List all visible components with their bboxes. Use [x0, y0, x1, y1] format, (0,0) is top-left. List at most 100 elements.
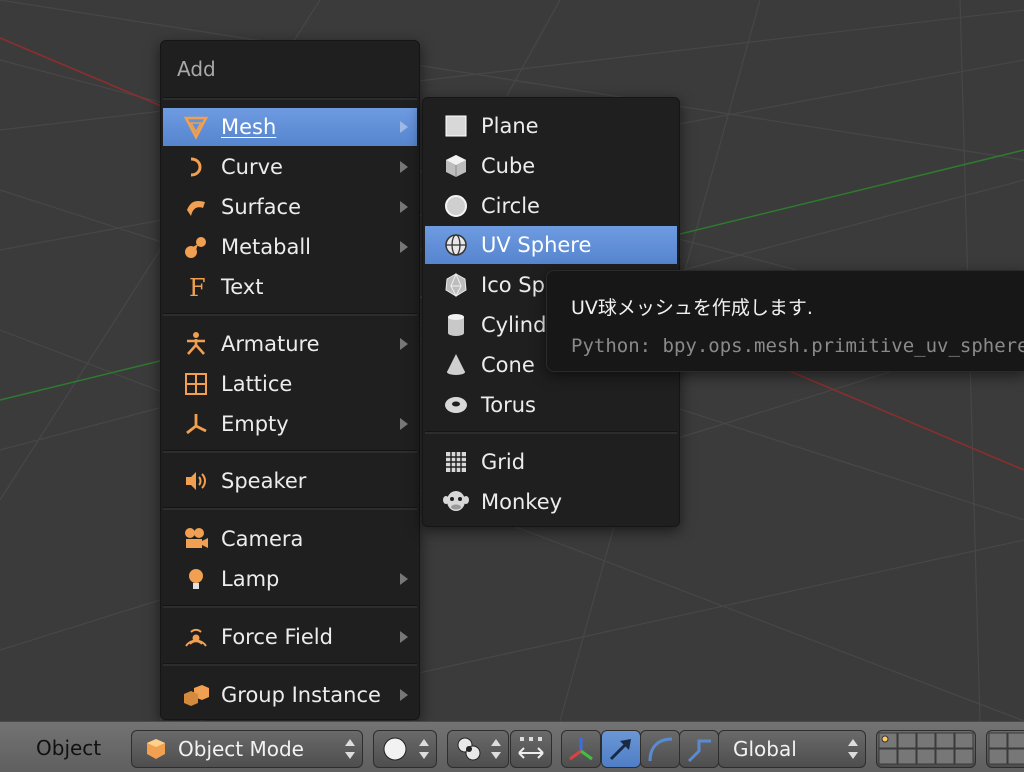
separator: [163, 663, 417, 666]
mesh-item-grid[interactable]: Grid: [425, 443, 677, 481]
metaball-icon: [179, 232, 213, 262]
add-menu-item-label: Surface: [221, 195, 302, 219]
add-menu-item-mesh[interactable]: Mesh: [163, 108, 417, 146]
scale-handle-icon: [685, 735, 713, 763]
submenu-arrow-icon: [395, 572, 413, 586]
plane-icon: [439, 111, 473, 141]
mesh-item-label: Circle: [481, 194, 540, 218]
add-menu-item-label: Text: [221, 275, 264, 299]
add-menu: Add Mesh Curve Surface Metaball F Text A…: [160, 40, 420, 720]
add-menu-item-label: Lattice: [221, 372, 293, 396]
add-menu-item-label: Armature: [221, 332, 320, 356]
layer-buttons-2[interactable]: [986, 730, 1024, 768]
lamp-icon: [179, 564, 213, 594]
submenu-arrow-icon: [395, 337, 413, 351]
add-menu-item-group-instance[interactable]: Group Instance: [163, 676, 417, 714]
manipulate-center-points-button[interactable]: [510, 730, 552, 768]
ico-sphere-icon: [439, 270, 473, 300]
mesh-item-label: Cube: [481, 154, 536, 178]
add-menu-item-label: Empty: [221, 412, 289, 436]
add-menu-item-metaball[interactable]: Metaball: [163, 228, 417, 266]
surface-icon: [179, 192, 213, 222]
submenu-arrow-icon: [395, 417, 413, 431]
speaker-icon: [179, 466, 213, 496]
mesh-item-label: Grid: [481, 450, 526, 474]
translate-manipulator-button[interactable]: [601, 730, 641, 768]
submenu-arrow-icon: [395, 240, 413, 254]
viewport-shading-selector[interactable]: [373, 730, 437, 768]
add-menu-item-force-field[interactable]: Force Field: [163, 618, 417, 656]
mesh-item-monkey[interactable]: Monkey: [425, 483, 677, 521]
mesh-item-label: Monkey: [481, 490, 563, 514]
add-menu-item-label: Lamp: [221, 567, 280, 591]
rotate-manipulator-button[interactable]: [640, 730, 680, 768]
pivot-icon: [455, 735, 483, 763]
submenu-arrow-icon: [395, 630, 413, 644]
group-instance-icon: [179, 680, 213, 710]
uv-sphere-icon: [439, 230, 473, 260]
add-menu-item-label: Curve: [221, 155, 283, 179]
armature-icon: [179, 329, 213, 359]
add-menu-title: Add: [177, 57, 216, 81]
add-menu-item-empty[interactable]: Empty: [163, 405, 417, 443]
solid-shading-icon: [382, 736, 408, 762]
separator: [163, 507, 417, 510]
transform-manipulators-toggle[interactable]: [561, 730, 601, 768]
mesh-item-circle[interactable]: Circle: [425, 187, 677, 225]
separator: [163, 605, 417, 608]
pivot-point-selector[interactable]: [447, 730, 509, 768]
torus-icon: [439, 390, 473, 420]
transform-orientation-selector[interactable]: Global: [718, 730, 866, 768]
add-menu-item-label: Mesh: [221, 115, 277, 139]
add-menu-item-lattice[interactable]: Lattice: [163, 365, 417, 403]
add-menu-item-label: Camera: [221, 527, 304, 551]
grid-icon: [439, 447, 473, 477]
orientation-label: Global: [733, 737, 797, 761]
updown-arrows-icon: [419, 739, 429, 759]
center-points-icon: [516, 735, 546, 763]
separator: [163, 450, 417, 453]
add-menu-item-lamp[interactable]: Lamp: [163, 560, 417, 598]
layer-grid-icon-2: [988, 732, 1024, 765]
add-menu-item-label: Force Field: [221, 625, 333, 649]
lattice-icon: [179, 369, 213, 399]
monkey-icon: [439, 487, 473, 517]
add-menu-item-label: Speaker: [221, 469, 307, 493]
rotate-arc-icon: [646, 735, 674, 763]
mode-label: Object Mode: [178, 737, 304, 761]
add-menu-item-surface[interactable]: Surface: [163, 188, 417, 226]
submenu-arrow-icon: [395, 200, 413, 214]
separator: [425, 431, 677, 434]
mode-selector[interactable]: Object Mode: [131, 730, 363, 768]
add-menu-item-curve[interactable]: Curve: [163, 148, 417, 186]
add-menu-item-speaker[interactable]: Speaker: [163, 462, 417, 500]
mesh-item-label: UV Sphere: [481, 233, 592, 257]
add-menu-item-armature[interactable]: Armature: [163, 325, 417, 363]
cone-icon: [439, 350, 473, 380]
submenu-arrow-icon: [395, 120, 413, 134]
object-menu[interactable]: Object: [36, 736, 101, 760]
mesh-item-plane[interactable]: Plane: [425, 107, 677, 145]
add-menu-item-camera[interactable]: Camera: [163, 520, 417, 558]
separator: [163, 313, 417, 316]
add-menu-item-text[interactable]: F Text: [163, 268, 417, 306]
mesh-item-torus[interactable]: Torus: [425, 386, 677, 424]
cylinder-icon: [439, 310, 473, 340]
cube-icon: [439, 151, 473, 181]
scale-manipulator-button[interactable]: [679, 730, 719, 768]
add-menu-item-label: Metaball: [221, 235, 312, 259]
object-mode-icon: [144, 737, 168, 761]
updown-arrows-icon: [491, 739, 501, 759]
circle-icon: [439, 191, 473, 221]
layer-grid-icon: [878, 732, 974, 765]
updown-arrows-icon: [848, 739, 858, 759]
submenu-arrow-icon: [395, 688, 413, 702]
mesh-item-cube[interactable]: Cube: [425, 147, 677, 185]
curve-icon: [179, 152, 213, 182]
viewport-header: Object Object Mode Global: [0, 721, 1024, 772]
svg-text:F: F: [189, 274, 206, 300]
mesh-item-uv-sphere[interactable]: UV Sphere: [425, 226, 677, 264]
layer-buttons[interactable]: [876, 730, 976, 768]
tooltip-python-path: Python: bpy.ops.mesh.primitive_uv_sphere…: [571, 335, 1024, 357]
tooltip: UV球メッシュを作成します. Python: bpy.ops.mesh.prim…: [546, 270, 1024, 372]
